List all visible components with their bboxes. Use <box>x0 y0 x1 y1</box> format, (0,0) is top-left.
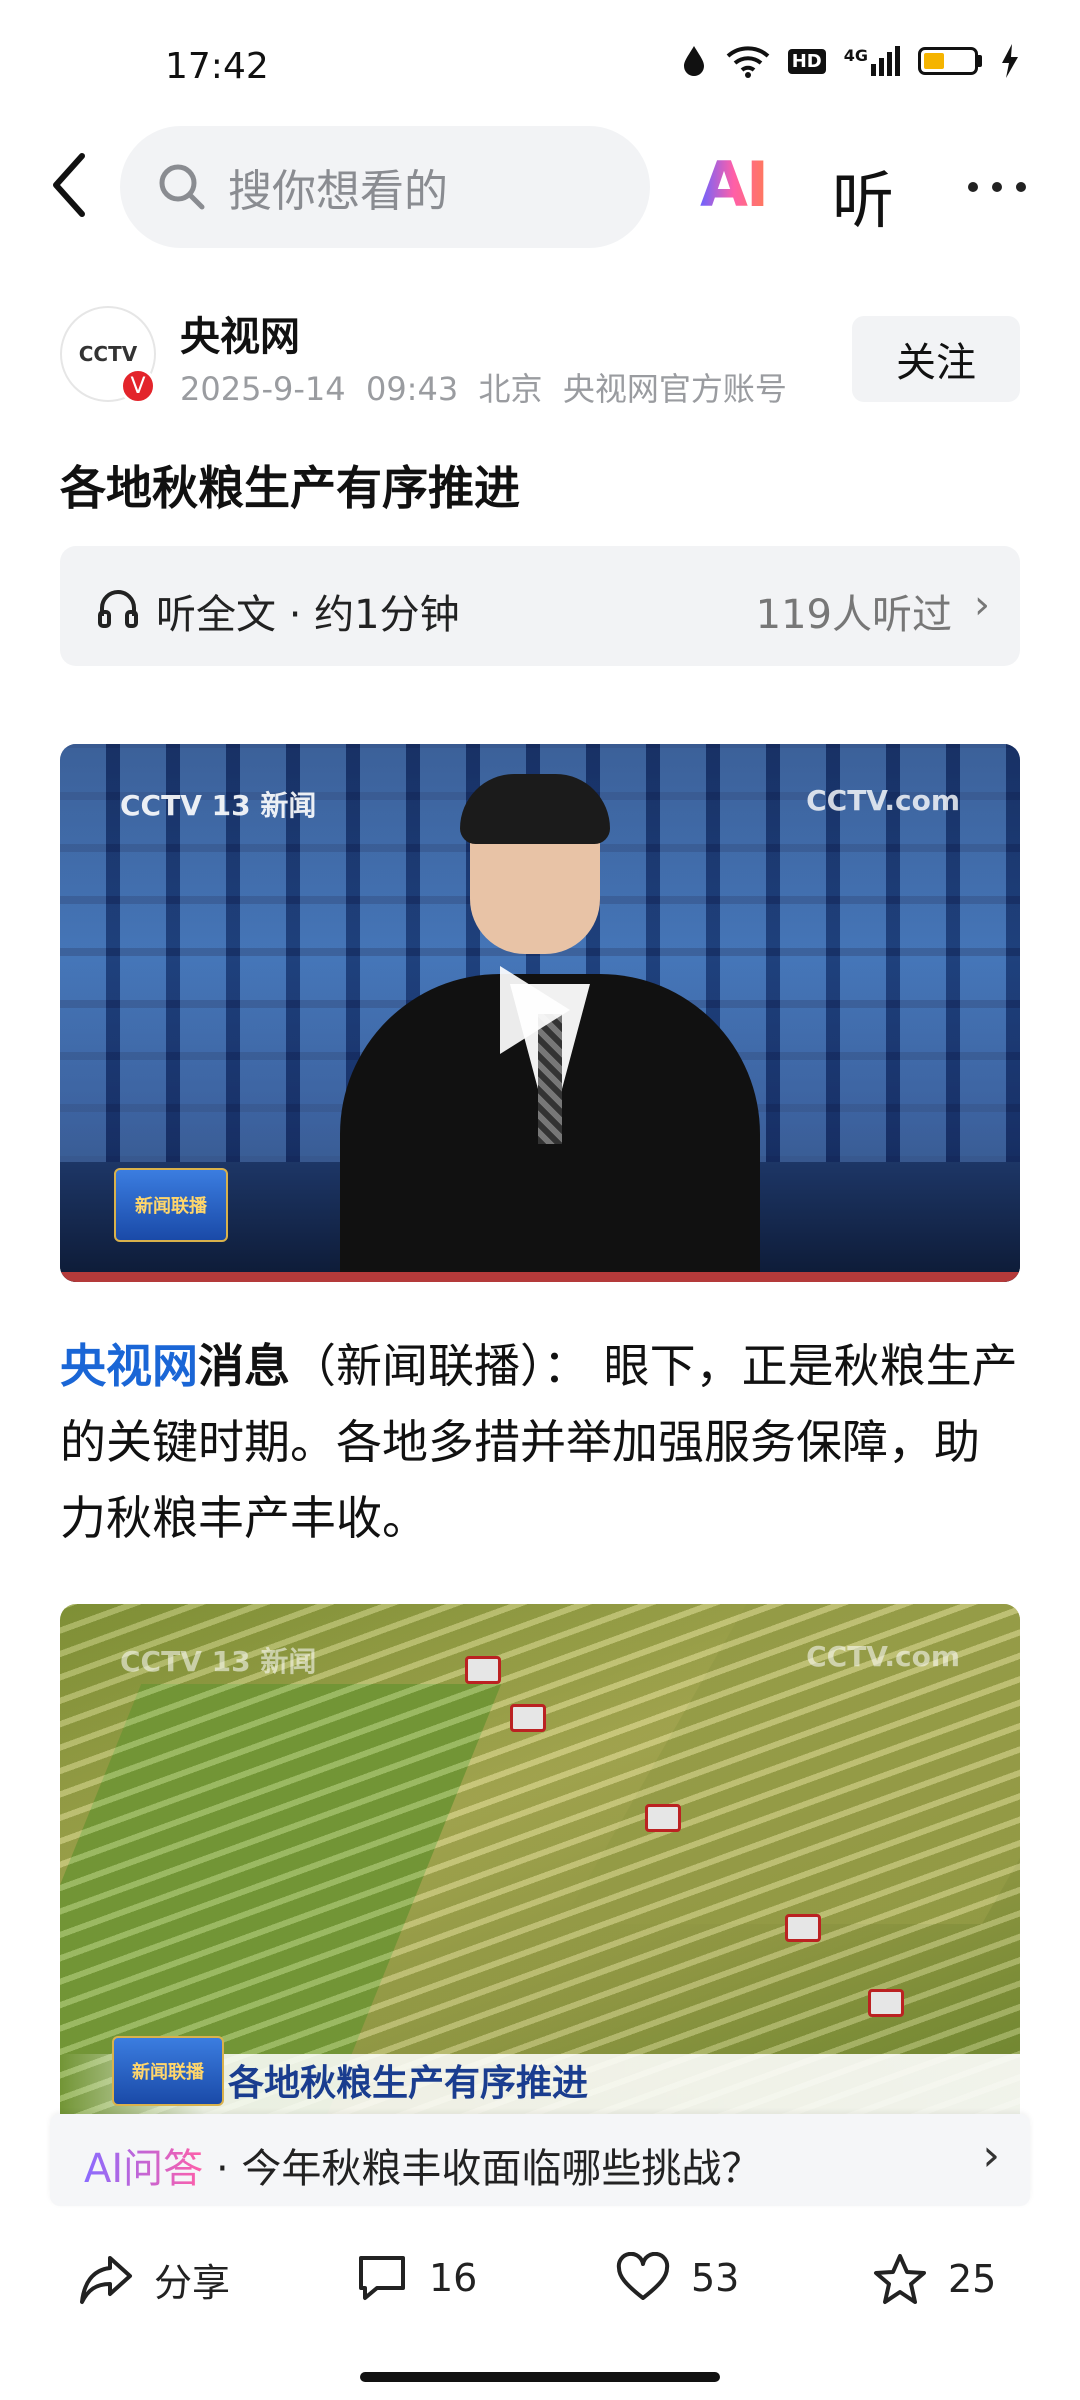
share-label: 分享 <box>154 2261 231 2305</box>
like-count: 53 <box>691 2256 740 2300</box>
cellular-icon: 4G <box>844 46 900 76</box>
chevron-right-icon: › <box>982 2130 1000 2181</box>
chevron-right-icon: › <box>974 582 990 628</box>
listen-button[interactable]: 听 <box>832 150 894 240</box>
program-logo: 新闻联播 <box>114 1168 228 1242</box>
comment-button[interactable]: 16 <box>355 2252 477 2304</box>
share-button[interactable]: 分享 <box>78 2252 230 2307</box>
verified-badge-icon: V <box>120 368 156 404</box>
ai-qa-tag: AI问答 <box>84 2136 203 2194</box>
battery-icon <box>918 47 982 75</box>
favorite-count: 25 <box>948 2257 997 2301</box>
data-saver-icon <box>683 46 704 76</box>
article-paragraph: 央视网消息（新闻联播）： 眼下，正是秋粮生产的关键时期。各地多措并举加强服务保障… <box>60 1328 1020 1556</box>
post-date: 2025-9-14 <box>180 370 346 408</box>
wifi-icon <box>726 46 770 78</box>
cctv13-logo: CCTV 13 新闻 <box>120 1645 317 1678</box>
ai-qa-question: · 今年秋粮丰收面临哪些挑战？ <box>216 2146 762 2192</box>
post-location: 北京 <box>478 370 543 408</box>
play-icon[interactable] <box>500 966 570 1054</box>
harvester <box>510 1704 546 1732</box>
harvester <box>465 1656 501 1684</box>
listen-full-text-bar[interactable]: 听全文 · 约1分钟 119人听过 › <box>60 546 1020 666</box>
search-input[interactable]: 搜你想看的 <box>120 126 650 248</box>
status-bar: 17:42 HD 4G <box>0 0 1080 120</box>
comment-count: 16 <box>429 2256 478 2300</box>
more-options-icon[interactable] <box>968 182 1026 192</box>
status-icons: HD 4G <box>680 44 1020 78</box>
search-icon <box>159 164 205 210</box>
video-caption: 各地秋粮生产有序推进 <box>228 2063 589 2104</box>
star-icon <box>874 2254 926 2304</box>
cctv-com-logo: CCTV.com <box>806 1640 960 1673</box>
listener-count: 119人听过 <box>755 592 952 638</box>
home-indicator[interactable] <box>360 2372 720 2382</box>
anchor-hair <box>460 774 610 844</box>
program-logo: 新闻联播 <box>112 2036 224 2106</box>
post-meta: 2025-9-14 09:43 北京 央视网官方账号 <box>180 364 787 410</box>
follow-button[interactable]: 关注 <box>852 316 1020 402</box>
harvester <box>785 1914 821 1942</box>
back-icon[interactable] <box>48 150 88 220</box>
status-time: 17:42 <box>165 46 269 87</box>
account-type: 央视网官方账号 <box>562 370 787 408</box>
listen-label: 听全文 · 约1分钟 <box>156 592 460 638</box>
heart-icon <box>616 2252 670 2300</box>
cctv13-logo: CCTV 13 新闻 <box>120 789 317 822</box>
share-icon <box>80 2255 132 2304</box>
cctv-com-logo: CCTV.com <box>806 784 960 817</box>
desk-stripe <box>60 1272 1020 1282</box>
search-placeholder: 搜你想看的 <box>228 166 448 217</box>
video-player-2[interactable]: CCTV 13 新闻 CCTV.com 新闻联播 各地秋粮生产有序推进 <box>60 1604 1020 2114</box>
like-button[interactable]: 53 <box>615 2252 739 2304</box>
ai-qa-bar[interactable]: AI问答 · 今年秋粮丰收面临哪些挑战？ › <box>50 2114 1030 2206</box>
harvester <box>868 1989 904 2017</box>
hd-icon: HD <box>787 48 826 74</box>
favorite-button[interactable]: 25 <box>872 2252 996 2306</box>
harvester <box>645 1804 681 1832</box>
source-link[interactable]: 央视网 <box>60 1339 198 1393</box>
charging-icon <box>1002 44 1018 78</box>
post-time: 09:43 <box>365 370 459 408</box>
video-player[interactable]: CCTV 13 新闻 CCTV.com 新闻联播 <box>60 744 1020 1282</box>
comment-icon <box>359 2256 405 2300</box>
headphones-icon <box>98 590 138 628</box>
author-name[interactable]: 央视网 <box>180 304 300 362</box>
paragraph-lead: 消息 <box>198 1339 290 1393</box>
ai-button[interactable]: AI <box>700 148 769 221</box>
article-title: 各地秋粮生产有序推进 <box>60 461 520 515</box>
